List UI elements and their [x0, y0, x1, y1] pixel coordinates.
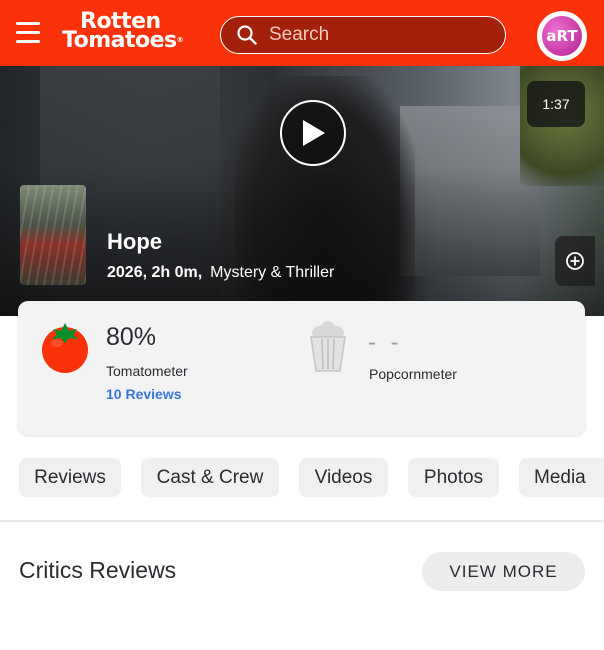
year-runtime: 2026, 2h 0m,: [107, 264, 203, 281]
critics-reviews-heading: Critics Reviews: [19, 557, 177, 583]
fresh-tomato-icon: [42, 323, 88, 373]
movie-poster[interactable]: [20, 185, 86, 285]
search-icon: [237, 25, 257, 45]
search-input[interactable]: [269, 24, 489, 46]
movie-meta: 2026, 2h 0m, Mystery & Thriller: [107, 264, 334, 282]
popcornmeter-label: Popcornmeter: [369, 366, 457, 382]
tab-videos[interactable]: Videos: [299, 458, 388, 497]
hamburger-menu-icon[interactable]: [16, 22, 40, 44]
scores-card: 80% Tomatometer 10 Reviews - - Popcornme…: [18, 301, 585, 435]
tomatometer-score: 80%: [106, 323, 157, 351]
play-icon: [303, 120, 325, 146]
logo-line-2: Tomatoes: [62, 28, 177, 53]
play-trailer-button[interactable]: [280, 100, 346, 166]
avatar-initials: aRT: [542, 16, 582, 56]
tab-cast-crew[interactable]: Cast & Crew: [141, 458, 279, 497]
logo-registered-mark: ®: [176, 36, 184, 44]
section-tabs: Reviews Cast & Crew Videos Photos Media: [0, 458, 604, 498]
section-divider: [0, 520, 604, 522]
view-more-button[interactable]: VIEW MORE: [422, 552, 585, 591]
tomatometer-label: Tomatometer: [106, 363, 188, 379]
critic-reviews-link[interactable]: 10 Reviews: [106, 386, 182, 402]
add-to-watchlist-button[interactable]: [555, 236, 595, 286]
tab-photos[interactable]: Photos: [408, 458, 499, 497]
rotten-tomatoes-logo[interactable]: Rotten Tomatoes®: [62, 11, 198, 56]
movie-title: Hope: [107, 229, 162, 254]
search-bar[interactable]: [220, 16, 506, 54]
popcorn-bucket-icon: [310, 321, 346, 372]
top-header: Rotten Tomatoes® aRT: [0, 0, 604, 66]
popcornmeter-score: - -: [368, 329, 403, 356]
plus-circle-icon: [566, 252, 584, 270]
genre: Mystery & Thriller: [210, 264, 335, 281]
tab-media[interactable]: Media: [519, 458, 604, 497]
user-avatar[interactable]: aRT: [537, 11, 587, 61]
tab-reviews[interactable]: Reviews: [19, 458, 121, 497]
trailer-duration: 1:37: [527, 81, 585, 127]
